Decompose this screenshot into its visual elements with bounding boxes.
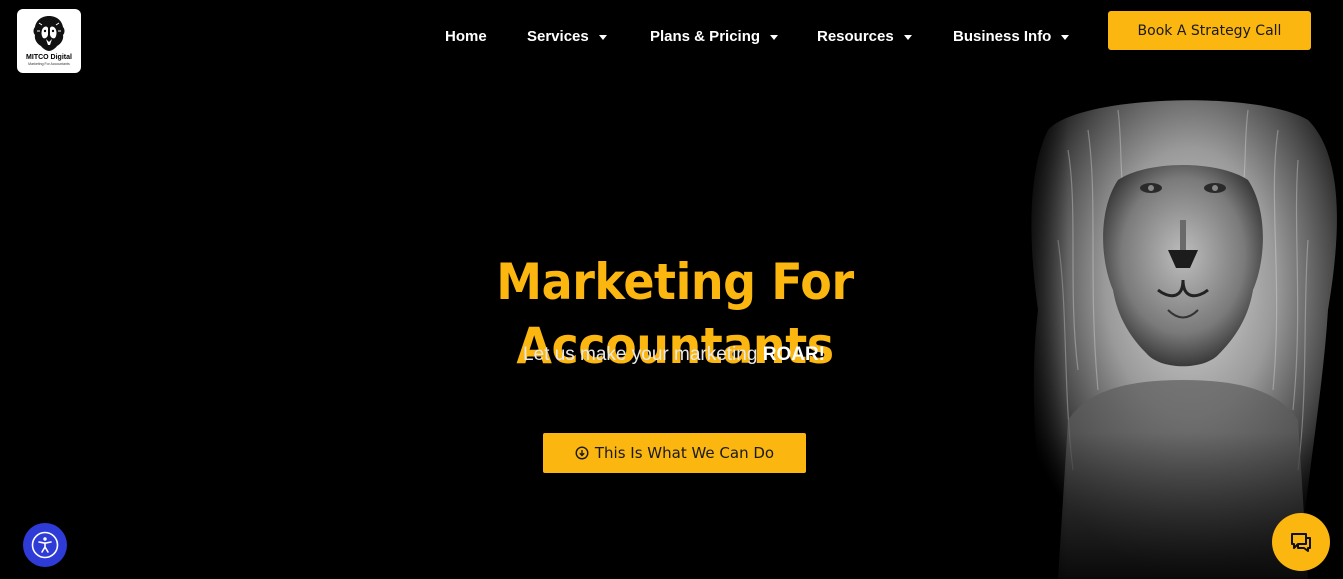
- page: MITCO Digital Marketing For Accountants …: [0, 0, 1343, 579]
- nav-item-business-info[interactable]: Business Info: [953, 24, 1070, 48]
- chat-icon: [1291, 533, 1311, 552]
- hero-subtitle-emphasis: ROAR!: [762, 344, 825, 365]
- chevron-down-icon: [598, 34, 607, 40]
- lion-hero-image: [1008, 90, 1343, 579]
- accessibility-icon: [31, 531, 59, 559]
- nav-item-plans-pricing[interactable]: Plans & Pricing: [650, 24, 779, 48]
- nav-item-label: Plans & Pricing: [650, 27, 761, 45]
- book-strategy-call-button[interactable]: Book A Strategy Call: [1108, 11, 1311, 50]
- chat-button[interactable]: [1272, 513, 1330, 571]
- what-we-can-do-label: This Is What We Can Do: [594, 444, 775, 462]
- hero-subtitle: Let us make your marketing ROAR!: [374, 342, 974, 368]
- chevron-down-icon: [903, 34, 912, 40]
- accessibility-button[interactable]: [23, 523, 67, 567]
- logo-name: MITCO Digital: [26, 54, 72, 61]
- what-we-can-do-button[interactable]: This Is What We Can Do: [543, 433, 806, 473]
- hero-subtitle-text: Let us make your marketing: [523, 344, 763, 365]
- chevron-down-icon: [1061, 34, 1070, 40]
- nav-item-label: Home: [445, 27, 487, 45]
- nav-item-label: Resources: [817, 27, 894, 45]
- nav-item-home[interactable]: Home: [445, 24, 487, 48]
- chevron-down-icon: [770, 34, 779, 40]
- nav-item-resources[interactable]: Resources: [817, 24, 912, 48]
- download-circle-icon: [575, 446, 589, 460]
- nav-item-services[interactable]: Services: [527, 24, 607, 48]
- nav-item-label: Business Info: [953, 27, 1052, 45]
- nav-item-label: Services: [527, 27, 589, 45]
- logo-tagline: Marketing For Accountants: [28, 62, 70, 66]
